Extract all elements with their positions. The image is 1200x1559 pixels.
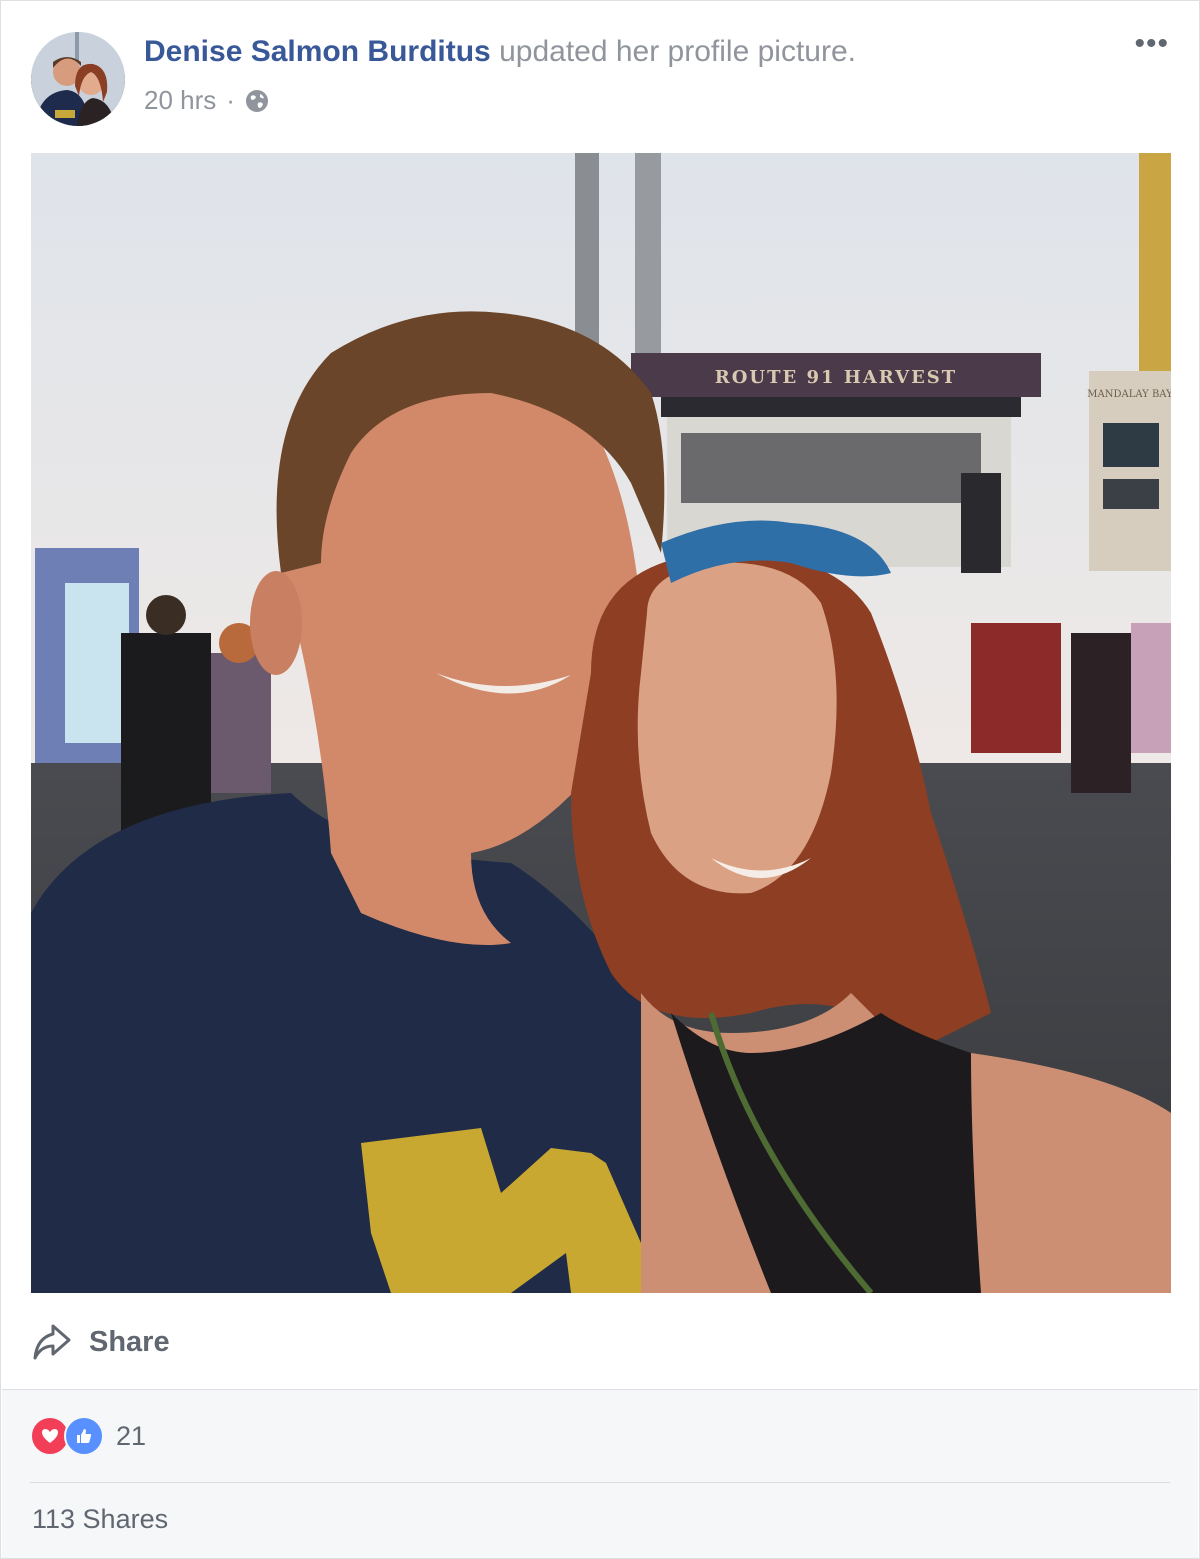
post-title: Denise Salmon Burditus updated her profi… (144, 35, 856, 69)
footer-divider (30, 1482, 1170, 1483)
post-footer: 21 113 Shares (2, 1389, 1198, 1558)
reaction-count: 21 (116, 1420, 147, 1451)
share-arrow-icon (33, 1324, 71, 1360)
share-button[interactable]: Share (31, 1317, 170, 1367)
stage-sign-text: ROUTE 91 HARVEST (715, 367, 957, 388)
like-icon (64, 1416, 104, 1456)
post-timestamp[interactable]: 20 hrs (144, 85, 216, 116)
reactions-summary[interactable]: 21 (30, 1416, 146, 1456)
post-action-text: updated her profile picture. (499, 35, 856, 68)
share-label: Share (89, 1325, 170, 1358)
post-meta: 20 hrs · (144, 85, 269, 116)
globe-icon[interactable] (245, 89, 269, 113)
shares-count[interactable]: 113 Shares (32, 1504, 168, 1535)
profile-avatar[interactable] (31, 32, 125, 126)
more-options-icon[interactable]: ••• (1134, 27, 1169, 61)
author-name[interactable]: Denise Salmon Burditus (144, 35, 491, 68)
building-sign-text: MANDALAY BAY (1087, 389, 1171, 400)
meta-separator: · (226, 85, 235, 115)
post-card: Denise Salmon Burditus updated her profi… (0, 0, 1200, 1559)
profile-photo[interactable]: ROUTE 91 HARVEST MANDALAY BAY (31, 153, 1171, 1293)
